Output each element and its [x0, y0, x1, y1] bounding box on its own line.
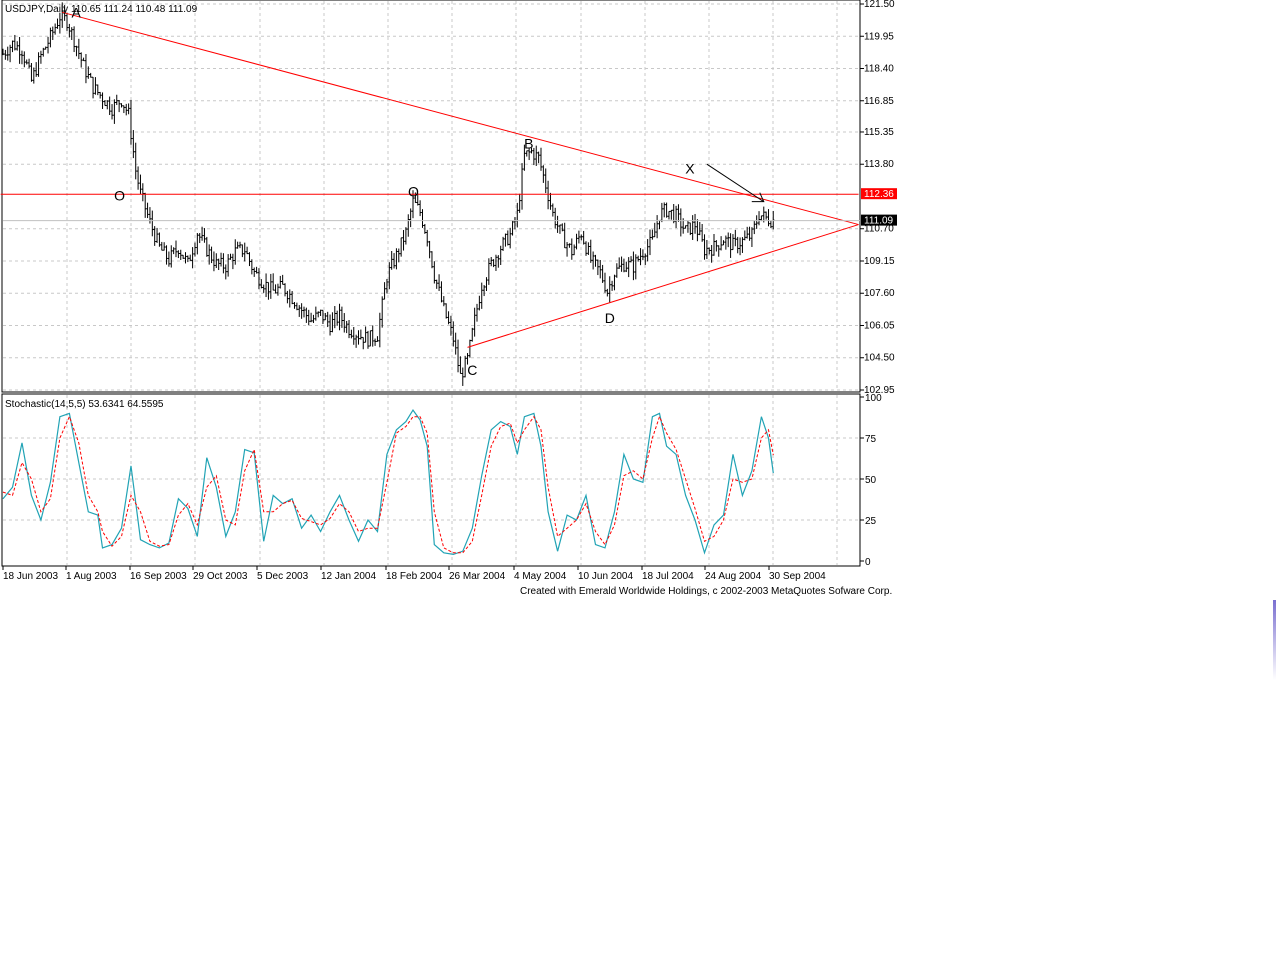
osc-tick-label: 0 [865, 557, 871, 568]
x-tick-label: 26 Mar 2004 [449, 571, 506, 582]
chart-canvas: 121.50119.95118.40116.85115.35113.80110.… [0, 0, 897, 582]
x-axis: 18 Jun 2003 1 Aug 2003 16 Sep 2003 29 Oct 2… [2, 566, 826, 582]
x-tick-label: 30 Sep 2004 [769, 571, 826, 582]
price-panel: 121.50119.95118.40116.85115.35113.80110.… [0, 0, 897, 396]
x-tick-label: 10 Jun 2004 [578, 571, 633, 582]
osc-tick-label: 100 [865, 393, 882, 404]
x-tick-label: 1 Aug 2003 [66, 571, 117, 582]
osc-tick-label: 50 [865, 475, 877, 486]
stochastic-title: Stochastic(14,5,5) 53.6341 64.5595 [5, 399, 164, 410]
x-tick-label: 29 Oct 2003 [193, 571, 248, 582]
x-tick-label: 18 Feb 2004 [386, 571, 443, 582]
x-tick-label: 12 Jan 2004 [321, 571, 376, 582]
price-title: USDJPY,Daily 110.65 111.24 110.48 111.09 [5, 4, 198, 15]
price-tick-label: 106.05 [864, 320, 895, 331]
level-badge-label: 112.36 [864, 189, 894, 200]
trend-line [467, 224, 859, 348]
point-label-o: O [114, 187, 125, 203]
x-tick-label: 16 Sep 2003 [130, 571, 187, 582]
price-tick-label: 115.35 [864, 127, 894, 138]
point-label-d: D [605, 310, 615, 326]
price-tick-label: 116.85 [864, 96, 894, 107]
x-tick-label: 5 Dec 2003 [257, 571, 309, 582]
point-label-x: X [685, 160, 695, 176]
x-tick-label: 24 Aug 2004 [705, 571, 762, 582]
osc-tick-label: 25 [865, 516, 877, 527]
price-tick-label: 107.60 [864, 288, 895, 299]
osc-tick-label: 75 [865, 434, 877, 445]
price-tick-label: 109.15 [864, 256, 895, 267]
point-label-c: C [467, 362, 477, 378]
pointer-arrow [706, 163, 765, 203]
current-price-label: 111.09 [864, 216, 894, 227]
price-tick-label: 121.50 [864, 0, 895, 10]
footer-credit: Created with Emerald Worldwide Holdings,… [520, 586, 893, 597]
stochastic-panel: 100 75 50 25 0 Stochastic(14,5,5) 53.6341 64.… [1, 393, 882, 568]
price-tick-label: 104.50 [864, 353, 895, 364]
x-tick-label: 18 Jul 2004 [642, 571, 694, 582]
edge-artifact [1273, 600, 1276, 680]
point-label-b: B [524, 135, 533, 151]
trend-line [62, 11, 859, 226]
x-tick-label: 18 Jun 2003 [3, 571, 58, 582]
point-label-o: O [408, 183, 419, 199]
price-tick-label: 118.40 [864, 64, 894, 75]
price-tick-label: 113.80 [864, 159, 894, 170]
price-tick-label: 119.95 [864, 31, 894, 42]
x-tick-label: 4 May 2004 [514, 571, 567, 582]
